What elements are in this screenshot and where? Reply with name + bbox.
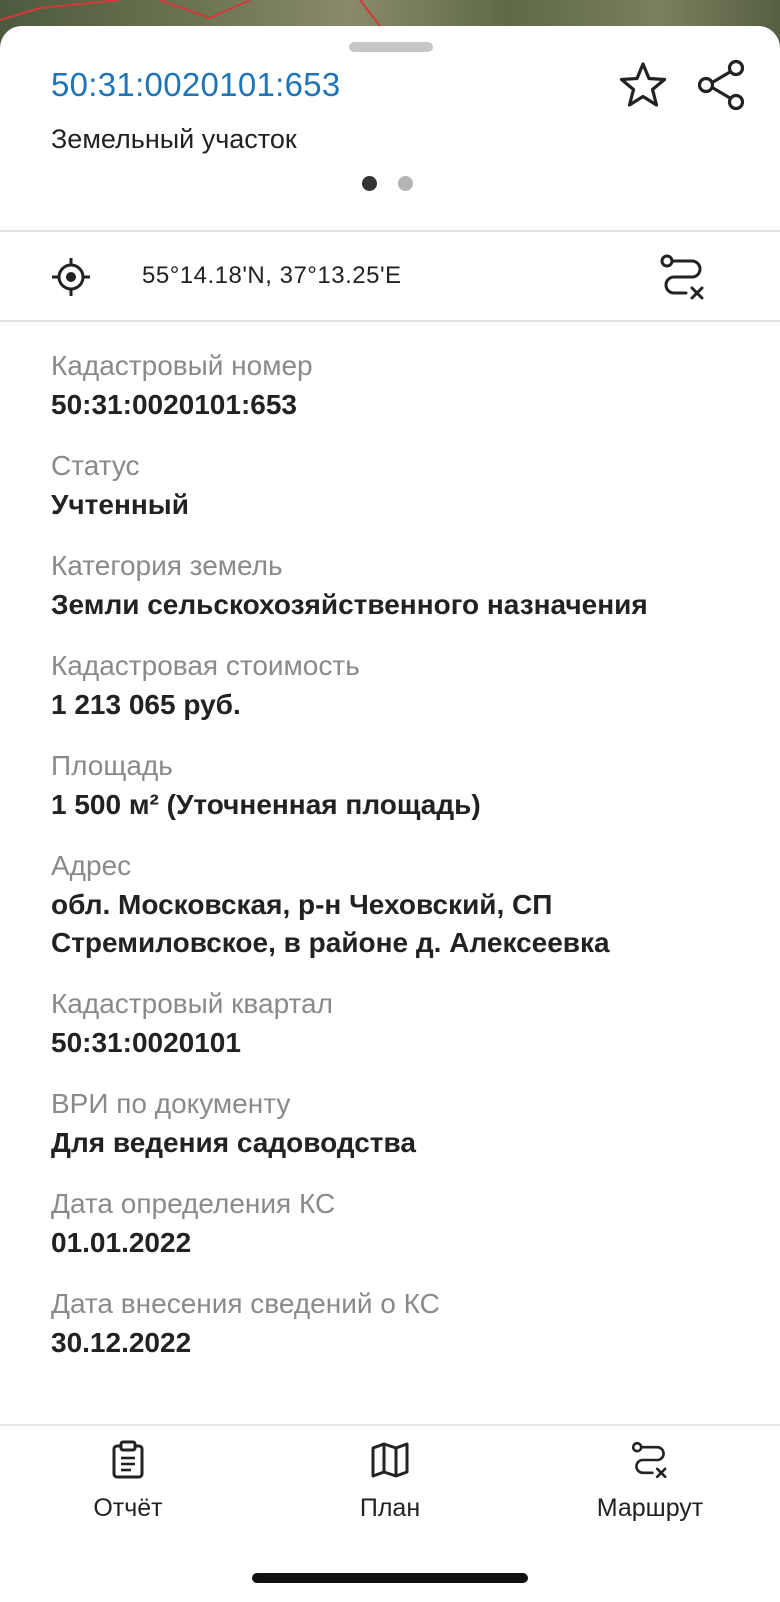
field-cadastral-quarter: Кадастровый квартал 50:31:0020101 (51, 986, 751, 1062)
route-button[interactable]: Маршрут (550, 1440, 750, 1540)
star-outline-icon[interactable] (618, 60, 668, 110)
plan-button[interactable]: План (290, 1440, 490, 1540)
field-land-category: Категория земель Земли сельскохозяйствен… (51, 548, 751, 624)
field-cadastral-value: Кадастровая стоимость 1 213 065 руб. (51, 648, 751, 724)
coordinates-text[interactable]: 55°14.18'N, 37°13.25'E (142, 262, 402, 290)
divider (0, 320, 780, 322)
field-label: Кадастровый квартал (51, 988, 333, 1019)
plan-label: План (359, 1494, 421, 1522)
field-value[interactable]: Земли сельскохозяйственного назначения (51, 586, 751, 624)
field-value[interactable]: 30.12.2022 (51, 1324, 751, 1362)
field-label: Кадастровый номер (51, 350, 313, 381)
cadastral-number-title[interactable]: 50:31:0020101:653 (51, 66, 341, 104)
route-label: Маршрут (596, 1494, 704, 1522)
field-label: Категория земель (51, 550, 283, 581)
page-dot[interactable] (398, 176, 413, 191)
field-valuation-date: Дата определения КС 01.01.2022 (51, 1186, 751, 1262)
field-cadastral-number: Кадастровый номер 50:31:0020101:653 (51, 348, 751, 424)
field-label: Статус (51, 450, 140, 481)
page-indicator (362, 176, 422, 192)
report-label: Отчёт (93, 1494, 163, 1522)
field-value[interactable]: 1 500 м² (Уточненная площадь) (51, 786, 751, 824)
field-label: Дата внесения сведений о КС (51, 1288, 440, 1319)
field-value[interactable]: обл. Московская, р-н Чеховский, СП Стрем… (51, 886, 751, 962)
object-type-subtitle: Земельный участок (51, 124, 297, 154)
field-value[interactable]: 01.01.2022 (51, 1224, 751, 1262)
field-permitted-use: ВРИ по документу Для ведения садоводства (51, 1086, 751, 1162)
field-label: Дата определения КС (51, 1188, 336, 1219)
route-cancel-icon[interactable] (658, 252, 708, 302)
route-icon (631, 1441, 667, 1479)
map-icon (371, 1442, 409, 1478)
field-label: Адрес (51, 850, 132, 881)
clipboard-icon (112, 1440, 144, 1479)
field-label: Площадь (51, 750, 173, 781)
location-row: 55°14.18'N, 37°13.25'E (0, 232, 780, 320)
field-status: Статус Учтенный (51, 448, 751, 524)
field-value[interactable]: Для ведения садоводства (51, 1124, 751, 1162)
sheet-drag-handle[interactable] (349, 42, 433, 52)
report-button[interactable]: Отчёт (28, 1440, 228, 1540)
parcel-fields: Кадастровый номер 50:31:0020101:653 Стат… (51, 348, 751, 1386)
share-icon[interactable] (694, 58, 748, 112)
field-value[interactable]: 1 213 065 руб. (51, 686, 751, 724)
home-indicator[interactable] (252, 1573, 528, 1583)
field-value[interactable]: 50:31:0020101:653 (51, 386, 751, 424)
field-value[interactable]: Учтенный (51, 486, 751, 524)
field-address: Адрес обл. Московская, р-н Чеховский, СП… (51, 848, 751, 962)
field-label: Кадастровая стоимость (51, 650, 360, 681)
field-entry-date: Дата внесения сведений о КС 30.12.2022 (51, 1286, 751, 1362)
field-label: ВРИ по документу (51, 1088, 291, 1119)
field-area: Площадь 1 500 м² (Уточненная площадь) (51, 748, 751, 824)
field-value[interactable]: 50:31:0020101 (51, 1024, 751, 1062)
target-icon[interactable] (50, 256, 92, 298)
page-dot-active[interactable] (362, 176, 377, 191)
